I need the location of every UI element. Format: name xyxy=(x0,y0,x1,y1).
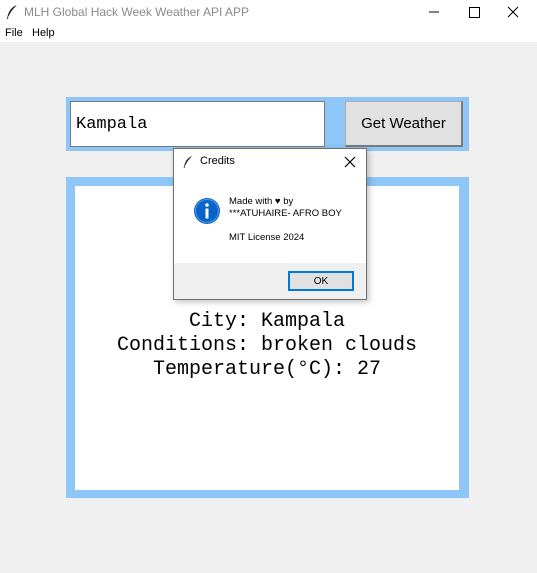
city-text: City: Kampala xyxy=(188,310,346,333)
feather-icon xyxy=(7,4,18,19)
city-input[interactable] xyxy=(70,101,325,147)
credit-line: Made with ♥ by xyxy=(229,196,294,207)
ok-button[interactable]: OK xyxy=(288,271,354,291)
info-icon xyxy=(194,198,220,224)
temperature-text: Temperature(°C): 27 xyxy=(152,358,382,381)
conditions-text: Conditions: broken clouds xyxy=(116,334,418,357)
dialog-title: Credits xyxy=(200,155,235,167)
input-frame: Get Weather xyxy=(66,97,469,151)
get-weather-button[interactable]: Get Weather xyxy=(345,101,463,147)
minimize-button[interactable] xyxy=(411,0,457,24)
menu-help[interactable]: Help xyxy=(32,27,55,39)
close-icon xyxy=(344,156,356,168)
dialog-footer: OK xyxy=(174,263,366,299)
feather-icon xyxy=(183,155,193,168)
credits-dialog: Credits Made with ♥ by ***ATUHAIRE- AFRO… xyxy=(173,148,367,300)
license-text: MIT License 2024 xyxy=(229,232,305,243)
close-icon xyxy=(507,6,519,18)
window-title: MLH Global Hack Week Weather API APP xyxy=(24,5,249,19)
minimize-icon xyxy=(429,11,439,13)
menu-bar: File Help xyxy=(0,24,537,42)
close-button[interactable] xyxy=(491,0,537,24)
dialog-close-button[interactable] xyxy=(342,154,358,170)
menu-file[interactable]: File xyxy=(5,27,23,39)
credit-author: ***ATUHAIRE- AFRO BOY xyxy=(229,208,342,219)
title-bar: MLH Global Hack Week Weather API APP xyxy=(0,0,537,24)
